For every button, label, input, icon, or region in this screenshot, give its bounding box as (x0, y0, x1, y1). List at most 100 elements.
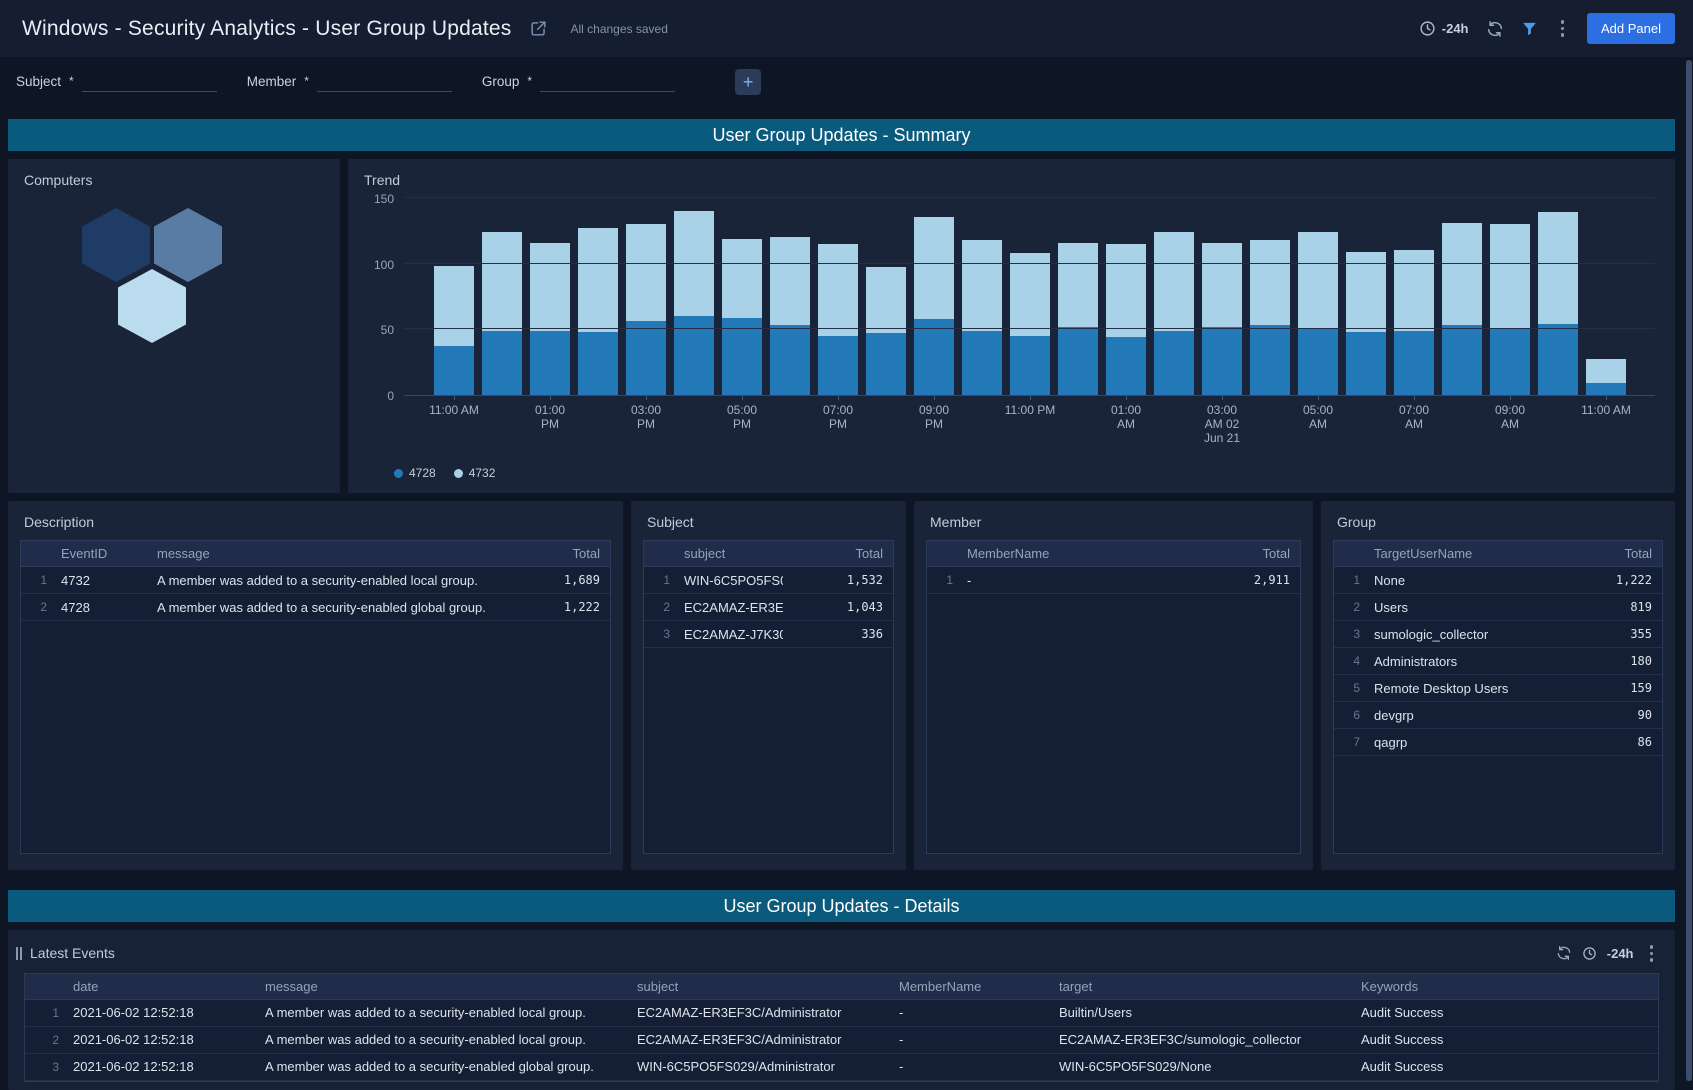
panel-refresh-icon[interactable] (1556, 945, 1572, 961)
table-row[interactable]: 14732A member was added to a security-en… (21, 567, 610, 594)
trend-bar[interactable] (1538, 212, 1578, 395)
cell: 336 (783, 627, 893, 641)
cell: A member was added to a security-enabled… (255, 1005, 627, 1020)
cell: 4732 (51, 573, 147, 588)
time-range-button[interactable]: -24h (1419, 20, 1469, 37)
column-header[interactable]: subject (674, 546, 783, 561)
table-row[interactable]: 2Users819 (1334, 594, 1662, 621)
row-number: 1 (927, 573, 957, 587)
column-header[interactable]: date (63, 979, 255, 994)
table-row[interactable]: 4Administrators180 (1334, 648, 1662, 675)
bar-segment-4732 (962, 240, 1002, 331)
bar-segment-4728 (482, 331, 522, 395)
table-row[interactable]: 2EC2AMAZ-ER3EF3C/Administrator1,043 (644, 594, 893, 621)
drag-handle-icon[interactable] (16, 947, 22, 960)
computers-panel: Computers (8, 159, 340, 493)
table-row[interactable]: 1WIN-6C5PO5FS029/Administrator1,532 (644, 567, 893, 594)
trend-bar[interactable] (1010, 253, 1050, 395)
table-row[interactable]: 22021-06-02 12:52:18A member was added t… (25, 1027, 1658, 1054)
column-header[interactable]: Total (1552, 546, 1662, 561)
x-tick-mark (1318, 396, 1319, 400)
trend-bar[interactable] (1346, 252, 1386, 395)
table-row[interactable]: 5Remote Desktop Users159 (1334, 675, 1662, 702)
y-tick-label: 150 (374, 192, 394, 206)
column-header[interactable]: message (255, 979, 627, 994)
cell: 1,043 (783, 600, 893, 614)
trend-bar[interactable] (1442, 223, 1482, 395)
trend-bar[interactable] (1106, 244, 1146, 395)
row-number: 1 (644, 573, 674, 587)
scrollbar-thumb[interactable] (1686, 60, 1692, 1081)
filter-icon[interactable] (1521, 20, 1538, 37)
table-row[interactable]: 24728A member was added to a security-en… (21, 594, 610, 621)
member-table: MemberNameTotal 1-2,911 (926, 540, 1301, 854)
bar-segment-4728 (1154, 331, 1194, 395)
trend-bar[interactable] (434, 266, 474, 395)
vertical-scrollbar[interactable] (1686, 60, 1692, 1081)
trend-bar[interactable] (1298, 232, 1338, 395)
refresh-icon[interactable] (1486, 20, 1504, 38)
dashboard-title: Windows - Security Analytics - User Grou… (22, 17, 511, 41)
column-header[interactable]: TargetUserName (1364, 546, 1552, 561)
column-header[interactable]: MemberName (957, 546, 1190, 561)
filter-subject-label: Subject (16, 74, 61, 92)
cell: 1,222 (1552, 573, 1662, 587)
share-export-icon[interactable] (529, 19, 548, 38)
trend-bar[interactable] (482, 232, 522, 395)
panel-more-options-icon[interactable] (1644, 943, 1660, 964)
subject-table: subjectTotal1WIN-6C5PO5FS029/Administrat… (643, 540, 894, 854)
trend-bar[interactable] (626, 224, 666, 395)
table-row[interactable]: 12021-06-02 12:52:18A member was added t… (25, 1000, 1658, 1027)
row-number: 7 (1334, 735, 1364, 749)
x-tick-label: 01:00AM (1111, 403, 1141, 431)
trend-bar[interactable] (770, 237, 810, 395)
trend-bar[interactable] (1394, 250, 1434, 395)
trend-bar[interactable] (818, 244, 858, 395)
cell: 1,532 (783, 573, 893, 587)
trend-bar[interactable] (578, 228, 618, 395)
add-panel-button[interactable]: Add Panel (1587, 13, 1675, 44)
honeycomb-cell-1[interactable] (82, 208, 150, 282)
trend-bar[interactable] (1490, 224, 1530, 395)
column-header[interactable]: message (147, 546, 500, 561)
table-row[interactable]: 7qagrp86 (1334, 729, 1662, 756)
table-row[interactable]: 1-2,911 (927, 567, 1300, 594)
trend-bar[interactable] (674, 211, 714, 395)
filter-subject-input[interactable] (82, 72, 217, 92)
bar-segment-4732 (578, 228, 618, 332)
table-row[interactable]: 6devgrp90 (1334, 702, 1662, 729)
bar-segment-4728 (578, 332, 618, 395)
legend-item[interactable]: 4732 (454, 466, 496, 480)
trend-bar[interactable] (1586, 359, 1626, 395)
trend-bar[interactable] (1058, 243, 1098, 395)
honeycomb-cell-3[interactable] (118, 269, 186, 343)
trend-bar[interactable] (1202, 243, 1242, 395)
legend-item[interactable]: 4728 (394, 466, 436, 480)
honeycomb-cell-2[interactable] (154, 208, 222, 282)
table-row[interactable]: 3EC2AMAZ-J7K308I/Administrator336 (644, 621, 893, 648)
trend-bar[interactable] (530, 243, 570, 395)
trend-bar[interactable] (866, 267, 906, 395)
panel-clock-icon[interactable] (1582, 946, 1597, 961)
x-tick-mark (1126, 396, 1127, 400)
cell: Audit Success (1351, 1059, 1658, 1074)
add-filter-button[interactable]: + (735, 69, 761, 95)
column-header[interactable]: target (1049, 979, 1351, 994)
table-row[interactable]: 32021-06-02 12:52:18A member was added t… (25, 1054, 1658, 1081)
trend-bar[interactable] (1154, 232, 1194, 395)
trend-bar[interactable] (914, 217, 954, 395)
column-header[interactable]: MemberName (889, 979, 1049, 994)
column-header[interactable]: Total (500, 546, 610, 561)
table-row[interactable]: 1None1,222 (1334, 567, 1662, 594)
column-header[interactable]: Keywords (1351, 979, 1658, 994)
column-header[interactable]: subject (627, 979, 889, 994)
filter-member-input[interactable] (317, 72, 452, 92)
more-options-icon[interactable] (1555, 18, 1571, 39)
filter-group-input[interactable] (540, 72, 675, 92)
bar-segment-4732 (866, 267, 906, 333)
table-row[interactable]: 3sumologic_collector355 (1334, 621, 1662, 648)
column-header[interactable]: Total (783, 546, 893, 561)
table-header-row: subjectTotal (644, 541, 893, 567)
column-header[interactable]: Total (1190, 546, 1300, 561)
column-header[interactable]: EventID (51, 546, 147, 561)
